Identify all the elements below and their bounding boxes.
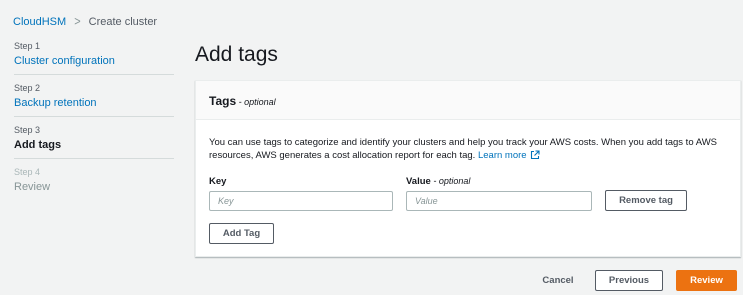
panel-title: Tags: [209, 94, 237, 108]
step-divider: [14, 74, 174, 75]
step-1-number: Step 1: [14, 41, 41, 51]
step-4-label: Review: [14, 181, 51, 193]
step-3: Step 3 Add tags: [14, 125, 174, 152]
key-label: Key: [209, 176, 226, 187]
cancel-button[interactable]: Cancel: [527, 270, 589, 291]
tags-description: You can use tags to categorize and ident…: [209, 136, 729, 164]
step-divider: [14, 116, 174, 117]
review-button[interactable]: Review: [676, 270, 737, 291]
step-1: Step 1 Cluster configuration: [14, 41, 174, 68]
add-tag-button[interactable]: Add Tag: [209, 223, 274, 244]
step-4: Step 4 Review: [14, 167, 174, 194]
step-2-number: Step 2: [14, 83, 41, 93]
value-label-text: Value: [406, 176, 431, 187]
description-text: You can use tags to categorize and ident…: [209, 137, 717, 161]
step-divider: [14, 158, 174, 159]
previous-button[interactable]: Previous: [595, 270, 663, 291]
step-3-current: Add tags: [14, 139, 62, 151]
page-title: Add tags: [195, 43, 278, 66]
breadcrumb-current: Create cluster: [88, 16, 158, 28]
value-label: Value - optional: [406, 176, 470, 187]
value-label-optional: - optional: [430, 176, 471, 186]
breadcrumb-cloudhsm-link[interactable]: CloudHSM: [13, 16, 66, 28]
panel-header: Tags - optional: [196, 81, 740, 120]
value-input[interactable]: [406, 191, 592, 211]
step-3-number: Step 3: [14, 125, 41, 135]
key-label-text: Key: [209, 176, 227, 187]
step-2: Step 2 Backup retention: [14, 83, 174, 110]
panel-title-optional: - optional: [236, 97, 276, 107]
learn-more-text: Learn more: [477, 150, 527, 161]
learn-more-link[interactable]: Learn more: [478, 150, 540, 161]
remove-tag-button[interactable]: Remove tag: [605, 190, 687, 211]
chevron-right-icon: >: [74, 14, 81, 30]
step-4-number: Step 4: [14, 167, 41, 177]
external-link-icon: [530, 150, 540, 164]
create-cluster-page: CloudHSM > Create cluster Step 1 Cluster…: [0, 0, 743, 295]
step-1-link[interactable]: Cluster configuration: [14, 54, 174, 68]
key-input[interactable]: [209, 191, 393, 211]
step-2-link[interactable]: Backup retention: [14, 96, 174, 110]
breadcrumb: CloudHSM > Create cluster: [13, 14, 158, 30]
tags-panel: Tags - optional You can use tags to cate…: [195, 80, 741, 257]
